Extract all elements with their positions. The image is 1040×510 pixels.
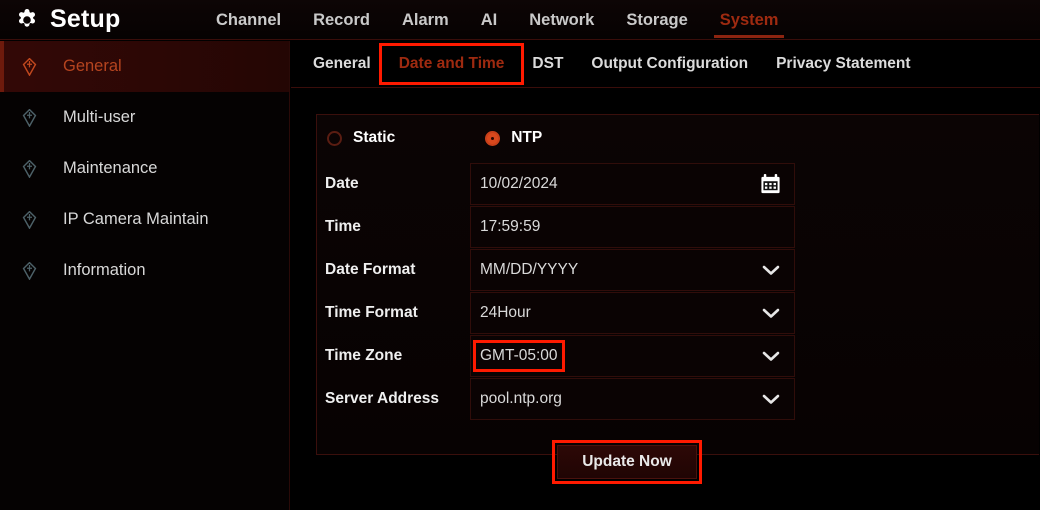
field-input-date-format[interactable]: MM/DD/YYYY [470,248,795,291]
field-label-date-format: Date Format [325,260,416,278]
field-input-server-address[interactable]: pool.ntp.org [470,377,795,420]
radio-label: NTP [511,129,543,146]
field-label-server-address: Server Address [325,389,440,407]
field-label-time-format: Time Format [325,303,418,321]
radio-option-ntp[interactable]: NTP [485,129,542,147]
sidebar-item-label: IP Camera Maintain [63,210,209,228]
pin-icon [22,57,37,76]
field-value-date: 10/02/2024 [480,174,558,192]
tab-date-and-time[interactable]: Date and Time [378,43,525,85]
date-time-form-panel: Static NTP Date 10/02/2024 Time 17:59:59 Date… [316,114,1039,484]
field-label-time-zone: Time Zone [325,346,403,364]
field-value-time: 17:59:59 [480,217,541,235]
top-header-bar: Setup Channel Record Alarm AI Network Storage… [0,0,1040,40]
top-nav-item-system[interactable]: System [704,0,795,40]
gear-icon [14,7,40,33]
sidebar-item-label: General [63,57,122,75]
sidebar-item-label: Information [63,261,146,279]
update-now-wrapper: Update Now [552,440,702,484]
form-row-time-zone: Time Zone GMT-05:00 [317,334,1039,377]
time-mode-radio-group: Static NTP [317,115,1039,161]
top-navigation: Channel Record Alarm AI Network Storage System [200,0,794,40]
field-input-time-format[interactable]: 24Hour [470,291,795,334]
field-value-time-zone: GMT-05:00 [473,339,565,372]
sidebar-item-label: Multi-user [63,108,136,126]
sidebar-item-ip-camera-maintain[interactable]: IP Camera Maintain [0,194,289,245]
field-input-time-zone[interactable]: GMT-05:00 [470,334,795,377]
field-label-time: Time [325,217,361,235]
pin-icon [22,108,37,127]
sidebar: General Multi-user Maintenance IP Camera Ma… [0,41,290,510]
top-nav-item-storage[interactable]: Storage [610,0,703,40]
main-content: General Date and Time DST Output Configurat… [291,41,1040,510]
top-nav-item-record[interactable]: Record [297,0,386,40]
field-label-date: Date [325,174,359,192]
field-input-time[interactable]: 17:59:59 [470,205,795,248]
top-nav-item-ai[interactable]: AI [465,0,514,40]
field-value-date-format: MM/DD/YYYY [480,260,579,278]
top-nav-item-alarm[interactable]: Alarm [386,0,465,40]
form-row-time-format: Time Format 24Hour [317,291,1039,334]
sub-tab-bar: General Date and Time DST Output Configurat… [291,41,1040,88]
form-row-date: Date 10/02/2024 [317,162,1039,205]
field-input-date[interactable]: 10/02/2024 [470,162,795,205]
pin-icon [22,261,37,280]
radio-dot-ntp[interactable] [485,130,501,146]
sidebar-item-general[interactable]: General [0,41,289,92]
field-value-time-format: 24Hour [480,303,531,321]
sidebar-item-information[interactable]: Information [0,245,289,296]
sidebar-item-maintenance[interactable]: Maintenance [0,143,289,194]
tab-output-configuration[interactable]: Output Configuration [577,49,762,79]
update-now-button[interactable]: Update Now [552,440,702,484]
field-value-server-address: pool.ntp.org [480,389,562,407]
page-title: Setup [50,5,121,33]
tab-privacy-statement[interactable]: Privacy Statement [762,49,924,79]
sidebar-item-multi-user[interactable]: Multi-user [0,92,289,143]
tab-general[interactable]: General [299,49,385,79]
pin-icon [22,210,37,229]
radio-label: Static [353,129,396,146]
brand: Setup [14,7,194,33]
radio-option-static[interactable]: Static [327,129,395,147]
pin-icon [22,159,37,178]
form-row-server-address: Server Address pool.ntp.org [317,377,1039,420]
tab-dst[interactable]: DST [518,49,577,79]
top-nav-item-network[interactable]: Network [513,0,610,40]
form-row-date-format: Date Format MM/DD/YYYY [317,248,1039,291]
form-row-time: Time 17:59:59 [317,205,1039,248]
top-nav-item-channel[interactable]: Channel [200,0,297,40]
radio-dot-static[interactable] [327,130,342,146]
sidebar-item-label: Maintenance [63,159,158,177]
